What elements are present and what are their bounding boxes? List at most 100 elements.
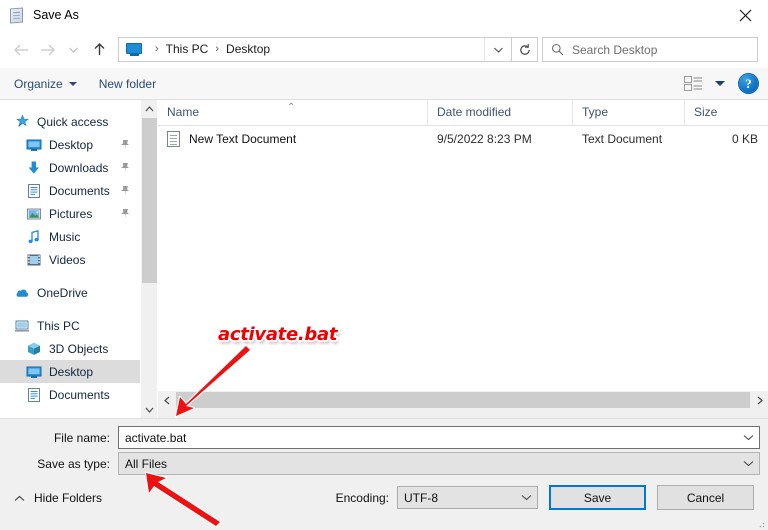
chevron-down-icon (743, 461, 753, 467)
window-title: Save As (33, 8, 79, 22)
new-folder-label: New folder (98, 76, 157, 91)
view-options-chevron-down-icon[interactable] (715, 81, 725, 86)
pin-icon (120, 208, 130, 219)
onedrive-cloud-icon (14, 285, 30, 301)
refresh-button[interactable] (512, 37, 538, 62)
sidebar-item-label: Pictures (49, 206, 93, 221)
help-label: ? (745, 75, 752, 91)
toolbar-right-group: ? (680, 74, 758, 93)
sidebar-item-desktop[interactable]: Desktop (0, 133, 140, 156)
save-button[interactable]: Save (549, 485, 646, 510)
breadcrumb-item-this-pc[interactable]: This PC (165, 38, 210, 61)
chevron-down-icon (521, 495, 531, 501)
sidebar-item-label: Desktop (49, 137, 94, 152)
breadcrumb-separator: › (215, 43, 220, 55)
organize-label: Organize (14, 76, 63, 91)
pin-icon (120, 139, 130, 150)
file-size-cell: 0 KB (731, 132, 758, 146)
sidebar-item-label: 3D Objects (49, 341, 109, 356)
save-as-type-dropdown-button[interactable] (737, 453, 759, 474)
search-input[interactable]: Search Desktop (542, 37, 758, 62)
help-question-icon[interactable]: ? (739, 74, 758, 93)
sidebar-item-this-pc[interactable]: This PC (0, 314, 140, 337)
encoding-value: UTF-8 (404, 490, 438, 505)
command-toolbar: Organize New folder ? (0, 68, 768, 100)
column-header-name[interactable]: Name ⌃ (158, 100, 428, 125)
hide-folders-label: Hide Folders (34, 490, 103, 505)
3d-objects-cube-icon (26, 341, 42, 357)
sidebar-item-label: This PC (37, 318, 80, 333)
chevron-down-icon (743, 435, 753, 441)
dialog-action-row: Hide Folders Encoding: UTF-8 Save Cancel (0, 485, 768, 510)
organize-button[interactable]: Organize (6, 72, 85, 96)
encoding-select[interactable]: UTF-8 (397, 486, 538, 509)
file-name-label: File name: (53, 430, 110, 445)
save-form: File name: activate.bat Save as type: Al… (0, 418, 768, 530)
scroll-right-button[interactable] (751, 391, 768, 409)
resize-grip[interactable] (755, 517, 765, 528)
documents-file-icon (26, 387, 42, 403)
horizontal-scrollbar-thumb[interactable] (176, 392, 750, 408)
encoding-group: Encoding: UTF-8 (336, 486, 538, 509)
sidebar-item-3d-objects[interactable]: 3D Objects (0, 337, 140, 360)
sidebar-item-quick-access[interactable]: Quick access (0, 110, 140, 133)
file-name-cell: New Text Document (158, 131, 428, 147)
sidebar-item-music[interactable]: Music (0, 225, 140, 248)
address-bar[interactable]: › This PC › Desktop (118, 37, 512, 62)
address-dropdown-button[interactable] (484, 38, 511, 61)
column-header-size[interactable]: Size (685, 100, 765, 125)
up-button[interactable] (86, 37, 112, 63)
sidebar-item-label: Music (49, 229, 81, 244)
sort-ascending-icon: ⌃ (287, 102, 296, 113)
pin-icon (120, 185, 130, 196)
sidebar-scrollbar-thumb[interactable] (142, 118, 157, 283)
encoding-dropdown-button[interactable] (515, 487, 537, 508)
sidebar-item-documents[interactable]: Documents (0, 179, 140, 202)
file-type-cell: Text Document (582, 132, 663, 146)
sidebar-item-documents-thispc[interactable]: Documents (0, 383, 140, 406)
column-header-date-modified[interactable]: Date modified (428, 100, 573, 125)
sidebar-item-label: OneDrive (37, 285, 88, 300)
downloads-arrow-icon (26, 160, 42, 176)
new-folder-button[interactable]: New folder (91, 72, 164, 96)
file-name-input[interactable]: activate.bat (118, 426, 760, 449)
encoding-label: Encoding: (335, 490, 389, 505)
back-button[interactable] (8, 37, 34, 63)
file-name-value: activate.bat (125, 430, 187, 445)
chevron-up-icon (14, 491, 25, 505)
breadcrumb-item-desktop[interactable]: Desktop (225, 38, 271, 61)
save-as-dialog: Save As › This PC › Desktop Search Deskt… (0, 0, 768, 530)
annotation-arrow-1 (174, 344, 252, 418)
navigation-bar: › This PC › Desktop Search Desktop (0, 31, 768, 68)
search-icon (551, 43, 564, 56)
sidebar-item-label: Desktop (49, 364, 94, 379)
recent-locations-button[interactable] (60, 37, 86, 63)
column-header-type[interactable]: Type (573, 100, 685, 125)
sidebar-item-videos[interactable]: Videos (0, 248, 140, 271)
chevron-up-icon (145, 105, 154, 111)
file-name-dropdown-button[interactable] (737, 427, 759, 448)
sidebar-item-desktop-selected[interactable]: Desktop (0, 360, 140, 383)
text-document-icon (167, 131, 181, 147)
sidebar-item-label: Downloads (49, 160, 109, 175)
forward-button[interactable] (34, 37, 60, 63)
dialog-body: Quick access Desktop Downloads Documents… (0, 100, 768, 418)
notepad-document-icon (9, 7, 25, 24)
list-view-icon[interactable] (680, 76, 707, 91)
sidebar-item-onedrive[interactable]: OneDrive (0, 281, 140, 304)
file-name-row: File name: activate.bat (0, 426, 768, 449)
close-icon (739, 9, 751, 22)
cancel-button[interactable]: Cancel (657, 485, 754, 510)
sidebar-item-downloads[interactable]: Downloads (0, 156, 140, 179)
chevron-down-icon (68, 47, 78, 53)
search-placeholder: Search Desktop (572, 42, 658, 57)
sidebar-item-pictures[interactable]: Pictures (0, 202, 140, 225)
music-note-icon (26, 229, 42, 245)
close-button[interactable] (722, 0, 768, 31)
monitor-icon (126, 42, 142, 57)
chevron-down-icon (68, 81, 77, 86)
table-row[interactable]: New Text Document 9/5/2022 8:23 PM Text … (158, 126, 768, 152)
hide-folders-button[interactable]: Hide Folders (14, 491, 102, 505)
desktop-monitor-icon (26, 137, 42, 153)
scroll-up-button[interactable] (141, 100, 158, 117)
